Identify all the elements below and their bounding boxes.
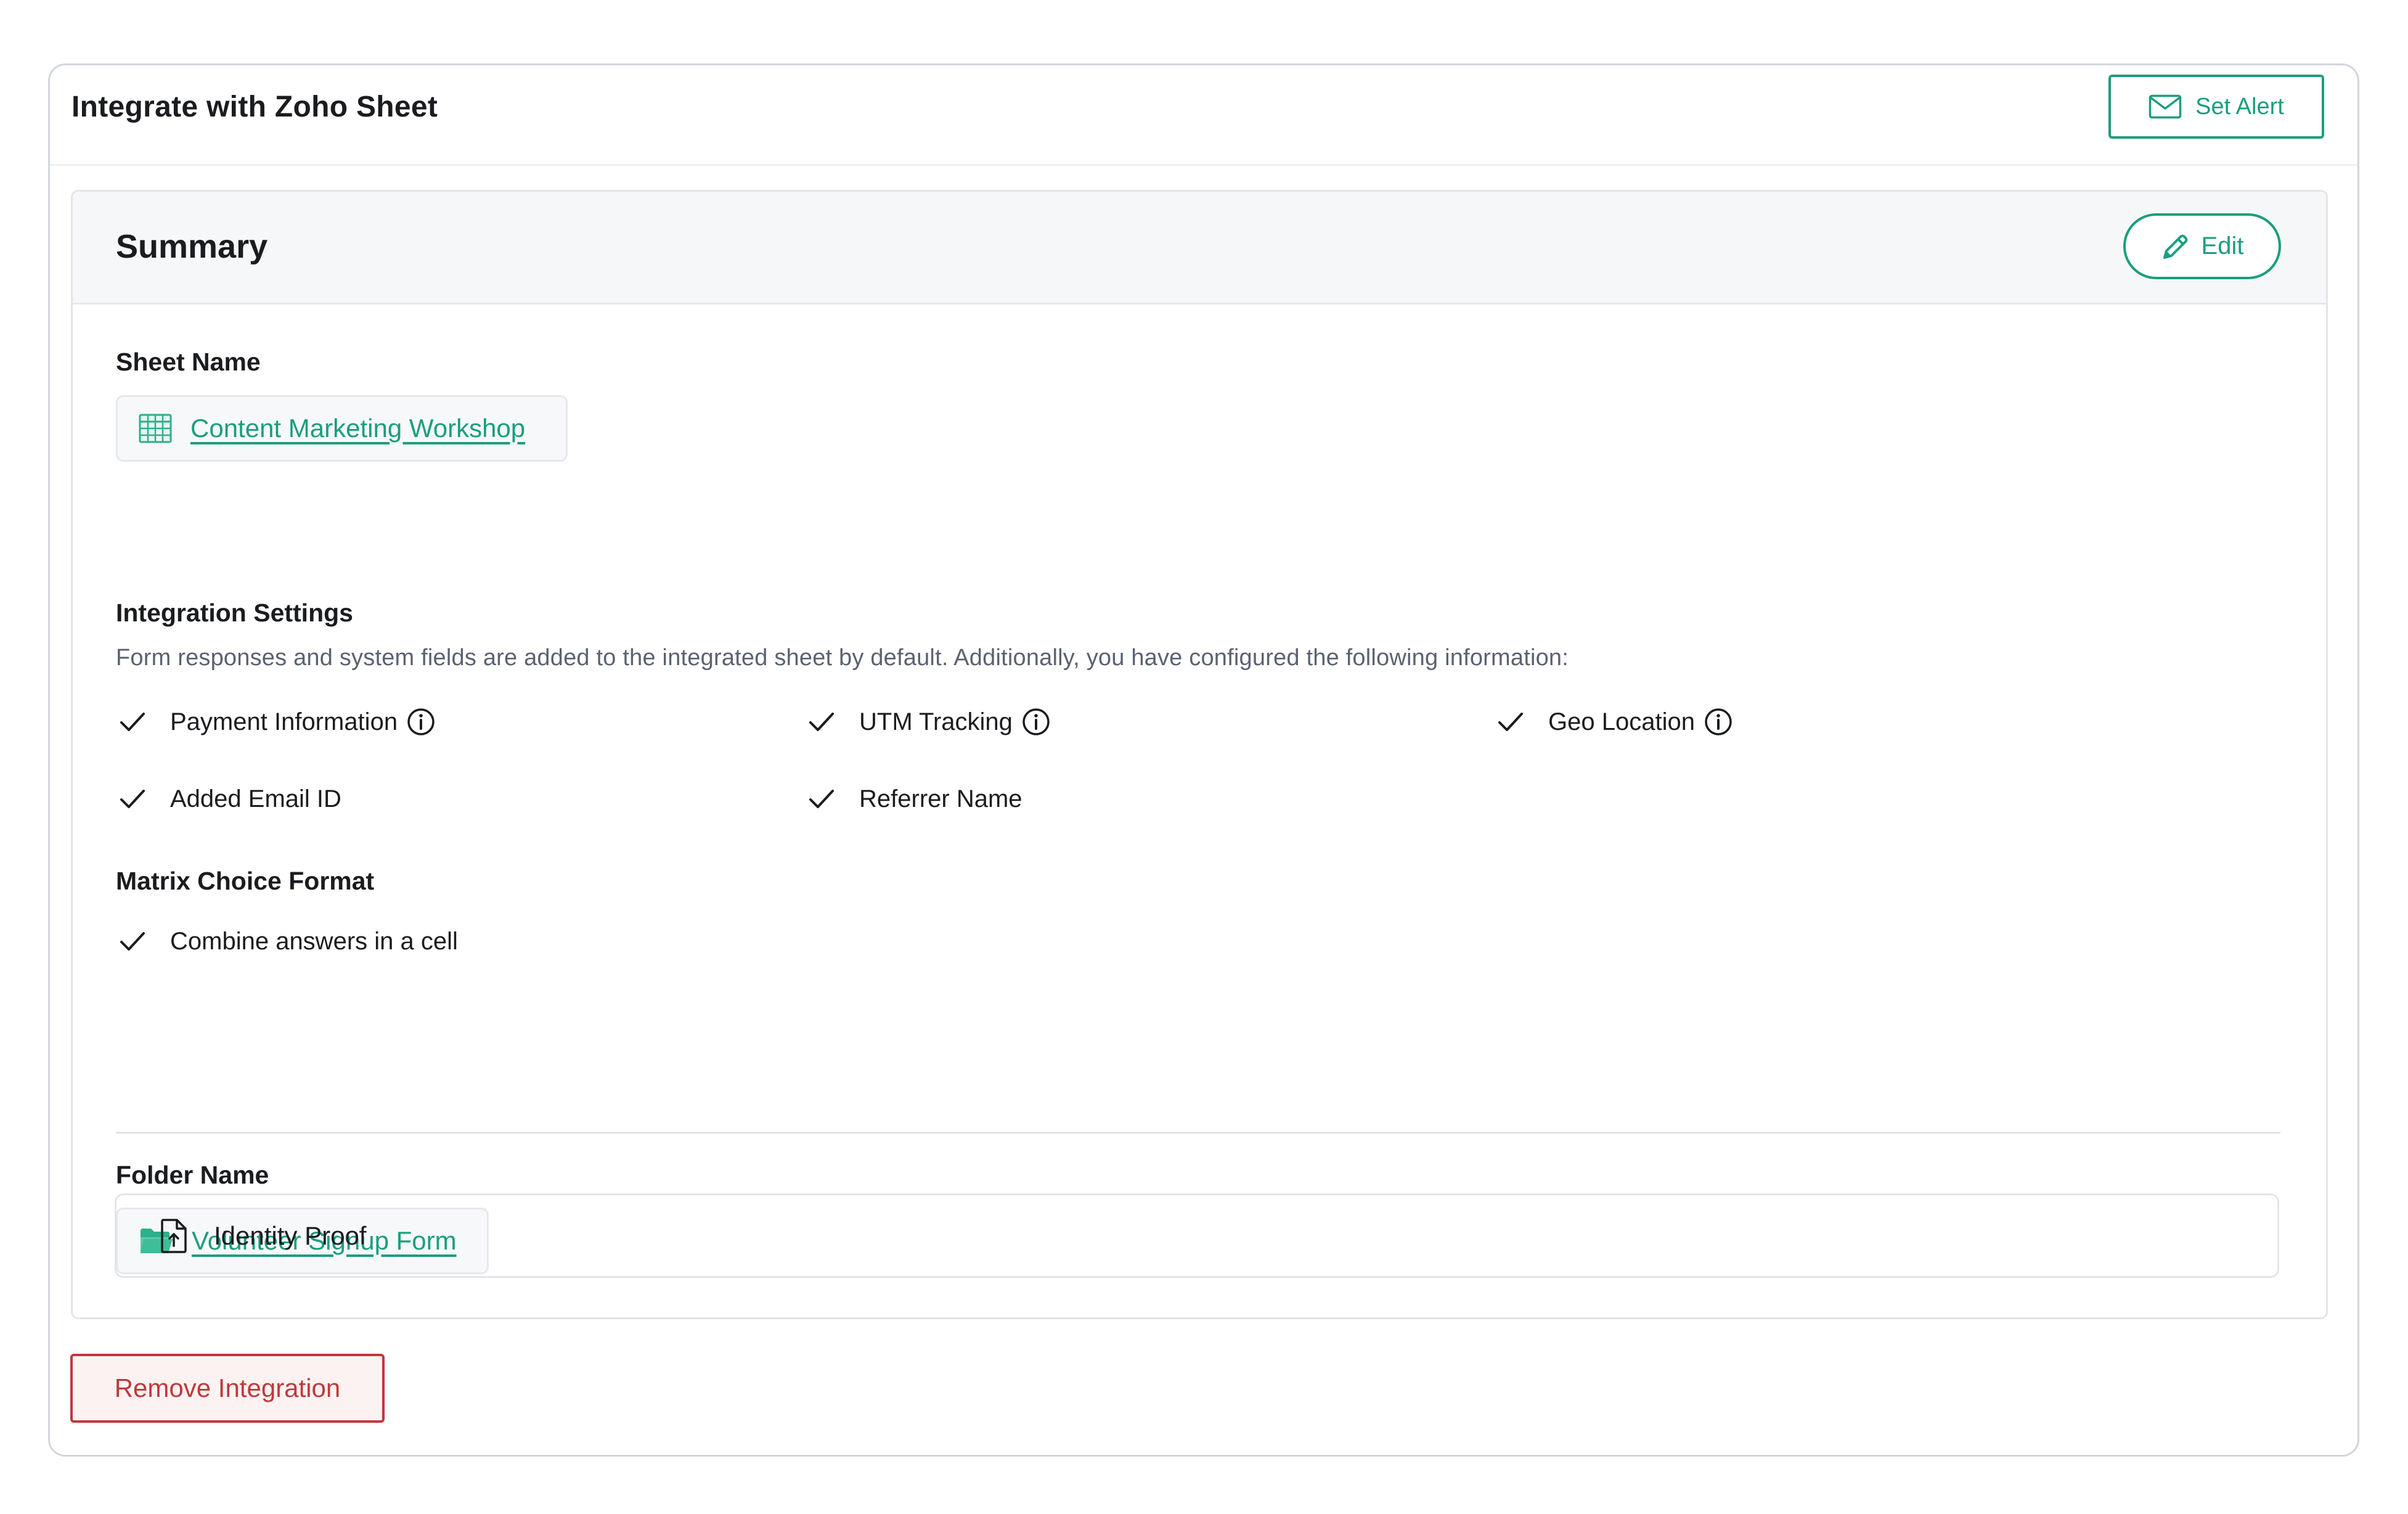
info-icon[interactable] [1704, 707, 1733, 737]
integration-panel: Integrate with Zoho Sheet Set Alert Summ… [48, 63, 2359, 1457]
option-label: Combine answers in a cell [170, 927, 458, 955]
page-title: Integrate with Zoho Sheet [71, 91, 438, 123]
integration-settings-label: Integration Settings [116, 599, 353, 627]
info-icon[interactable] [406, 707, 436, 737]
remove-integration-button[interactable]: Remove Integration [70, 1354, 385, 1423]
option-label: Referrer Name [859, 785, 1022, 812]
summary-title: Summary [116, 228, 268, 265]
divider [116, 1132, 2280, 1134]
sheet-chip: Content Marketing Workshop [116, 395, 568, 462]
edit-button[interactable]: Edit [2123, 213, 2281, 279]
attachment-name: Identity Proof [214, 1221, 367, 1250]
sheet-name-label: Sheet Name [116, 348, 261, 376]
folder-name-label: Folder Name [116, 1161, 269, 1189]
option-added-email-id: Added Email ID [118, 780, 341, 817]
check-icon [120, 790, 145, 808]
option-label: Geo Location [1548, 708, 1695, 735]
sheet-name-link[interactable]: Content Marketing Workshop [190, 414, 525, 443]
attachment-fields-label: Attachment fields [116, 1314, 328, 1317]
summary-header: Summary Edit [73, 192, 2326, 305]
option-label: Added Email ID [170, 785, 341, 812]
file-upload-icon [161, 1218, 187, 1253]
panel-header: Integrate with Zoho Sheet Set Alert [50, 65, 2357, 166]
set-alert-label: Set Alert [2195, 93, 2284, 120]
check-icon [120, 713, 145, 731]
check-icon [1498, 713, 1523, 731]
info-icon[interactable] [1021, 707, 1051, 737]
integration-settings-description: Form responses and system fields are add… [116, 645, 1569, 671]
summary-card: Summary Edit Sheet Name Content Marketin… [71, 190, 2328, 1319]
check-icon [809, 790, 834, 808]
edit-label: Edit [2201, 232, 2244, 260]
option-referrer-name: Referrer Name [807, 780, 1022, 817]
option-utm-tracking: UTM Tracking [807, 703, 1051, 740]
option-combine-answers: Combine answers in a cell [118, 923, 458, 960]
matrix-choice-format-label: Matrix Choice Format [116, 867, 375, 895]
option-label: UTM Tracking [859, 708, 1013, 735]
option-label: Payment Information [170, 708, 398, 735]
mail-icon [2149, 94, 2182, 119]
set-alert-button[interactable]: Set Alert [2108, 75, 2324, 139]
attachment-item: Identity Proof [115, 1193, 2279, 1278]
option-geo-location: Geo Location [1496, 703, 1733, 740]
option-payment-information: Payment Information [118, 703, 436, 740]
spreadsheet-icon [139, 414, 172, 443]
check-icon [809, 713, 834, 731]
pencil-icon [2163, 234, 2187, 259]
check-icon [120, 932, 145, 951]
